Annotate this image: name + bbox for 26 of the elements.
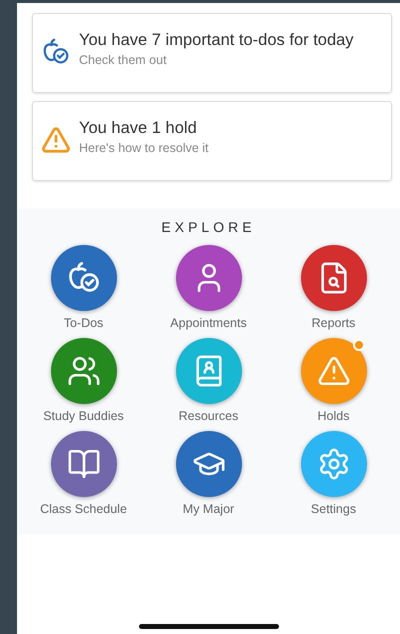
- explore-label: Study Buddies: [43, 409, 124, 423]
- explore-label: Holds: [318, 409, 350, 423]
- open-book-icon: [66, 447, 100, 481]
- explore-label: Settings: [310, 502, 356, 516]
- explore-button[interactable]: [300, 245, 366, 311]
- explore-label: To-Dos: [64, 316, 104, 330]
- explore-label: Appointments: [170, 316, 247, 330]
- warning-icon: [41, 125, 71, 155]
- explore-label: Resources: [178, 409, 238, 423]
- explore-button[interactable]: [176, 431, 242, 497]
- warning-icon: [316, 354, 350, 388]
- alert-card[interactable]: You have 1 hold Here's how to resolve it: [32, 101, 392, 181]
- section-heading: EXPLORE: [161, 219, 256, 235]
- explore-button[interactable]: [50, 431, 116, 497]
- alert-subtitle: Here's how to resolve it: [79, 141, 209, 155]
- explore-label: My Major: [182, 502, 234, 516]
- explore-label: Class Schedule: [40, 502, 127, 516]
- explore-button[interactable]: [50, 245, 116, 311]
- alert-title: You have 1 hold: [79, 119, 198, 138]
- alert-title: You have 7 important to-dos for today: [79, 31, 354, 50]
- alert-subtitle: Check them out: [79, 53, 168, 67]
- explore-button[interactable]: [176, 245, 242, 311]
- people-icon: [66, 354, 100, 388]
- alert-card[interactable]: You have 7 important to-dos for today Check them out: [32, 13, 392, 93]
- explore-button[interactable]: [50, 338, 116, 404]
- explore-label: Reports: [312, 316, 356, 330]
